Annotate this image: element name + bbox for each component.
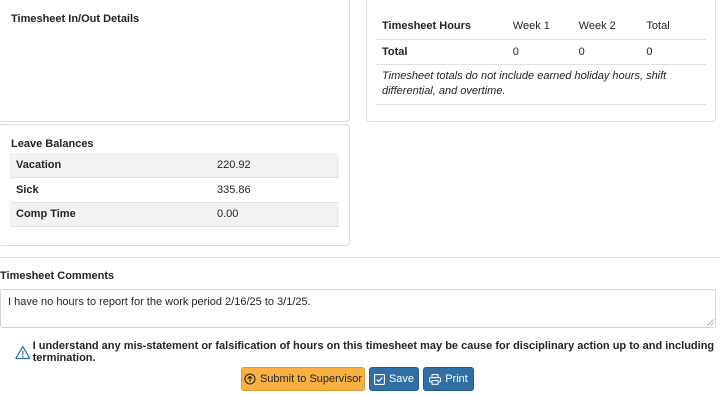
warning-text: I understand any mis-statement or falsif… (32, 340, 715, 364)
submit-to-supervisor-button[interactable]: Submit to Supervisor (241, 367, 365, 391)
hours-note: Timesheet totals do not include earned h… (376, 64, 706, 105)
timesheet-hours-card: Timesheet Hours Week 1 Week 2 Total Tota… (366, 0, 716, 122)
inout-details-title: Timesheet In/Out Details (11, 13, 140, 25)
hours-total-row: Total 0 0 0 (376, 39, 706, 65)
timesheet-hours-table: Timesheet Hours Week 1 Week 2 Total Tota… (376, 13, 706, 105)
print-button[interactable]: Print (423, 367, 474, 391)
header-week-2: Week 2 (572, 13, 641, 40)
save-button[interactable]: Save (369, 367, 419, 391)
save-check-icon (374, 373, 385, 385)
leave-label: Comp Time (10, 202, 211, 227)
leave-balances-title: Leave Balances (11, 138, 94, 150)
hours-note-row: Timesheet totals do not include earned h… (376, 64, 706, 105)
leave-row-vacation: Vacation 220.92 (10, 153, 339, 178)
section-divider (0, 257, 720, 258)
comments-label: Timesheet Comments (0, 270, 115, 282)
leave-value: 0.00 (211, 202, 339, 227)
printer-icon (429, 373, 442, 385)
save-label: Save (388, 373, 415, 385)
header-timesheet-hours: Timesheet Hours (376, 13, 507, 40)
header-total: Total (640, 13, 706, 40)
resize-grip-icon[interactable] (707, 319, 714, 326)
header-week-1: Week 1 (506, 13, 573, 40)
leave-balances-table: Vacation 220.92 Sick 335.86 Comp Time 0.… (10, 153, 339, 227)
leave-value: 335.86 (211, 177, 339, 203)
comments-text: I have no hours to report for the work p… (8, 296, 311, 308)
submit-label: Submit to Supervisor (259, 373, 363, 385)
inout-details-card: Timesheet In/Out Details (0, 0, 350, 122)
hours-header-row: Timesheet Hours Week 1 Week 2 Total (376, 13, 706, 40)
total-week-2: 0 (572, 39, 641, 65)
warning-triangle-icon (15, 345, 31, 359)
arrow-up-circle-icon (244, 373, 256, 385)
leave-row-sick: Sick 335.86 (10, 177, 339, 203)
total-all: 0 (640, 39, 706, 65)
total-row-label: Total (376, 39, 507, 65)
total-week-1: 0 (506, 39, 573, 65)
print-label: Print (445, 373, 468, 385)
attestation-warning: I understand any mis-statement or falsif… (15, 340, 720, 364)
leave-balances-card: Leave Balances Vacation 220.92 Sick 335.… (0, 124, 350, 246)
comments-textarea[interactable]: I have no hours to report for the work p… (0, 289, 716, 328)
leave-row-comp-time: Comp Time 0.00 (10, 202, 339, 227)
leave-label: Vacation (10, 153, 211, 178)
leave-value: 220.92 (211, 153, 339, 178)
leave-label: Sick (10, 177, 211, 203)
